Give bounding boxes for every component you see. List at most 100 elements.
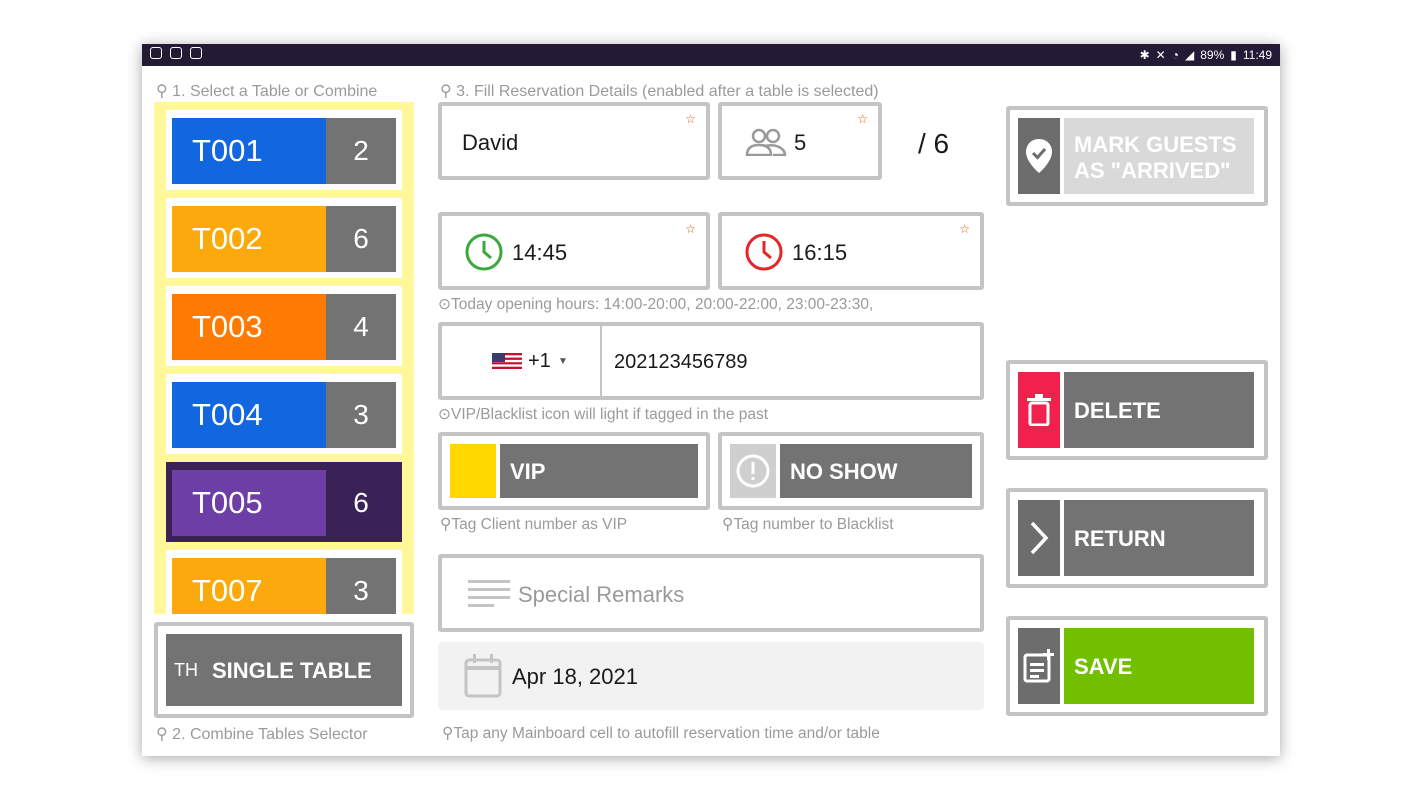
table-item[interactable]: T003 4 (166, 286, 402, 366)
phone-number-value: 202123456789 (614, 351, 748, 373)
lock-icon (170, 47, 182, 59)
vip-label: VIP (510, 459, 546, 484)
required-star-icon: ☆ (685, 222, 696, 236)
delete-icon-cell (1018, 372, 1060, 448)
table-button[interactable]: T003 4 (172, 294, 396, 360)
hint-tag-vip: ⚲Tag Client number as VIP (440, 516, 628, 533)
status-icons-right: ✱ ✕ ◔ ◢ 89% ▮ 11:49 (1140, 48, 1272, 62)
table-name: T007 (172, 558, 326, 614)
pin-icon: ⚲ (440, 516, 452, 533)
clock-red-icon (745, 233, 783, 271)
guest-count-field[interactable]: ☆ 5 (718, 102, 882, 180)
table-name: T005 (172, 470, 326, 536)
table-button[interactable]: T002 6 (172, 206, 396, 272)
table-name: T003 (172, 294, 326, 360)
hint-tap-mainboard: ⚲Tap any Mainboard cell to autofill rese… (442, 725, 880, 742)
single-table-button[interactable]: ТН SINGLE TABLE (166, 634, 402, 706)
return-button[interactable]: RETURN (1064, 500, 1254, 576)
table-button[interactable]: T005 6 (172, 470, 396, 536)
no-show-button[interactable]: NO SHOW (780, 444, 972, 498)
chevron-down-icon: ▼ (558, 356, 568, 367)
pin-icon: ⚲ (156, 726, 168, 743)
note-add-icon (1023, 649, 1054, 683)
pin-icon: ⚲ (440, 83, 452, 100)
clock-small-icon: ⊙ (438, 406, 451, 423)
save-label: SAVE (1074, 654, 1133, 679)
table-capacity: 3 (326, 558, 396, 614)
chevron-right-icon (1030, 521, 1049, 555)
hint-opening-hours: ⊙Today opening hours: 14:00-20:00, 20:00… (438, 296, 874, 313)
status-bar: ✱ ✕ ◔ ◢ 89% ▮ 11:49 (142, 44, 1280, 66)
battery-level: 89% (1200, 48, 1225, 62)
pin-icon: ⚲ (722, 516, 734, 533)
table-capacity: 2 (326, 118, 396, 184)
vip-button[interactable]: VIP (500, 444, 698, 498)
single-table-frame: ТН SINGLE TABLE (154, 622, 414, 718)
end-time-field[interactable]: ☆ 16:15 (718, 212, 984, 290)
no-show-label: NO SHOW (790, 459, 898, 484)
required-star-icon: ☆ (857, 112, 868, 126)
table-name: T002 (172, 206, 326, 272)
table-button[interactable]: T001 2 (172, 118, 396, 184)
table-capacity: 4 (326, 294, 396, 360)
table-item[interactable]: T004 3 (166, 374, 402, 454)
us-flag-icon (492, 353, 522, 369)
special-remarks-placeholder: Special Remarks (518, 582, 685, 607)
pin-icon: ⚲ (156, 83, 168, 100)
country-code-value: +1 (528, 350, 551, 372)
phone-field[interactable]: +1 ▼ 202123456789 (438, 322, 984, 400)
table-capacity-label: / 6 (918, 128, 950, 159)
table-combine-icon: ТН (174, 660, 198, 680)
hint-tag-blacklist: ⚲Tag number to Blacklist (722, 516, 894, 533)
table-capacity: 3 (326, 382, 396, 448)
wifi-icon: ◔ (1171, 48, 1179, 62)
table-item[interactable]: T001 2 (166, 110, 402, 190)
arrived-icon-cell (1018, 118, 1060, 194)
device-screen: ✱ ✕ ◔ ◢ 89% ▮ 11:49 ⚲ 1. Select a Table … (142, 44, 1280, 756)
guest-name-field[interactable]: ☆ David (438, 102, 710, 180)
table-item-selected[interactable]: T005 6 (166, 462, 402, 542)
start-time-field[interactable]: ☆ 14:45 (438, 212, 710, 290)
guest-count-value: 5 (794, 130, 807, 155)
table-item[interactable]: T002 6 (166, 198, 402, 278)
special-remarks-field[interactable]: Special Remarks (438, 554, 984, 632)
table-capacity: 6 (326, 470, 396, 536)
trash-icon (1027, 394, 1051, 426)
no-show-indicator (730, 444, 776, 498)
table-capacity: 6 (326, 206, 396, 272)
table-name: T004 (172, 382, 326, 448)
save-icon-cell (1018, 628, 1060, 704)
clock: 11:49 (1242, 48, 1272, 62)
notes-icon (468, 580, 510, 607)
vip-frame: VIP (438, 432, 710, 510)
return-frame: RETURN (1006, 488, 1268, 588)
table-list[interactable]: T001 2 T002 6 T003 4 T004 3 T005 6 T007 … (154, 102, 414, 614)
status-icons-left (150, 47, 202, 59)
mark-arrived-label: MARK GUESTS AS "ARRIVED" (1074, 132, 1237, 183)
guest-name-value: David (462, 130, 519, 155)
clock-green-icon (465, 233, 503, 271)
activity-icon (190, 47, 202, 59)
hint-select-table: ⚲ 1. Select a Table or Combine (156, 83, 378, 100)
mute-icon: ✕ (1155, 48, 1166, 62)
country-code-selector[interactable]: +1 ▼ (442, 326, 602, 396)
battery-icon: ▮ (1230, 48, 1237, 62)
table-item[interactable]: T007 3 (166, 550, 402, 614)
return-label: RETURN (1074, 526, 1166, 551)
date-field[interactable]: Apr 18, 2021 (438, 642, 984, 710)
location-check-icon (1026, 139, 1052, 173)
people-icon (745, 128, 787, 156)
table-button[interactable]: T004 3 (172, 382, 396, 448)
single-table-label: SINGLE TABLE (212, 658, 372, 683)
clock-small-icon: ⊙ (438, 296, 451, 313)
delete-frame: DELETE (1006, 360, 1268, 460)
mark-arrived-button[interactable]: MARK GUESTS AS "ARRIVED" (1064, 118, 1254, 194)
save-frame: SAVE (1006, 616, 1268, 716)
delete-button[interactable]: DELETE (1064, 372, 1254, 448)
no-show-frame: NO SHOW (718, 432, 984, 510)
bluetooth-icon: ✱ (1139, 48, 1150, 62)
save-button[interactable]: SAVE (1064, 628, 1254, 704)
vip-indicator (450, 444, 496, 498)
table-button[interactable]: T007 3 (172, 558, 396, 614)
hint-fill-details: ⚲ 3. Fill Reservation Details (enabled a… (440, 83, 879, 100)
